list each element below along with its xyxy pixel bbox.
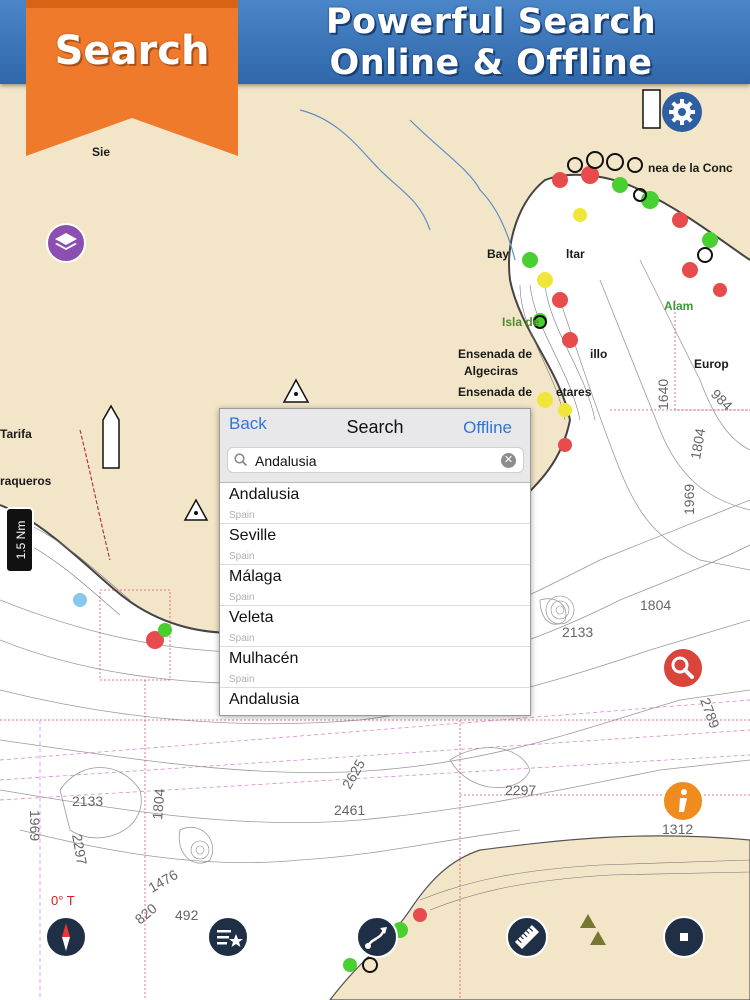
- search-input[interactable]: [255, 451, 495, 471]
- result-country: Spain: [229, 551, 255, 562]
- ribbon-label: Search: [54, 28, 210, 74]
- depth-label: 1804: [149, 788, 168, 821]
- depth-label: 2133: [562, 624, 593, 640]
- scale-label: 1.5 Nm: [14, 520, 28, 560]
- place-label: Bay: [487, 247, 509, 261]
- measure-button[interactable]: [506, 916, 548, 958]
- depth-label: 1804: [640, 597, 671, 613]
- result-country: Spain: [229, 510, 255, 521]
- search-result-row[interactable]: Andalusia: [220, 688, 530, 729]
- banner-title-line1: Powerful Search: [325, 2, 657, 42]
- result-country: Spain: [229, 633, 255, 644]
- banner-title-line2: Online & Offline: [329, 43, 653, 83]
- place-label: Ensenada de: [458, 385, 532, 399]
- search-ribbon: Search: [26, 0, 238, 156]
- result-name: Mulhacén: [229, 650, 299, 667]
- stop-button[interactable]: [663, 916, 705, 958]
- depth-label: 1969: [27, 810, 43, 841]
- map-search-button[interactable]: [662, 647, 704, 689]
- scale-bar: 1.5 Nm: [5, 507, 34, 573]
- info-icon: [679, 789, 687, 812]
- layers-icon: [55, 233, 77, 250]
- search-icon: [671, 656, 694, 679]
- result-name: Seville: [229, 527, 277, 544]
- search-result-row[interactable]: Veleta Spain: [220, 606, 530, 647]
- ribbon-shape: [26, 0, 238, 156]
- clear-search-icon[interactable]: ✕: [501, 453, 516, 468]
- search-result-row[interactable]: Seville Spain: [220, 524, 530, 565]
- depth-label: 492: [175, 907, 199, 923]
- place-label: Isla de: [502, 315, 540, 329]
- place-label: raqueros: [0, 474, 52, 488]
- search-field[interactable]: ✕: [227, 447, 524, 473]
- result-name: Andalusia: [229, 691, 300, 708]
- result-country: Spain: [229, 674, 255, 685]
- depth-label: 2461: [334, 802, 365, 818]
- list-star-icon: [217, 930, 243, 947]
- place-label: ltar: [566, 247, 585, 261]
- layers-button[interactable]: [46, 223, 86, 263]
- place-label: Algeciras: [464, 364, 518, 378]
- search-icon: [234, 453, 248, 467]
- search-dialog: Back Search Offline ✕ Andalusia Spain Se…: [219, 408, 531, 716]
- route-button[interactable]: [356, 916, 398, 958]
- search-dialog-header: Back Search Offline ✕: [220, 409, 530, 483]
- compass-heading: 0° T: [51, 893, 75, 908]
- depth-label: 2133: [72, 793, 103, 809]
- search-result-row[interactable]: Mulhacén Spain: [220, 647, 530, 688]
- search-results-list: Andalusia Spain Seville Spain Málaga Spa…: [220, 483, 530, 729]
- result-name: Málaga: [229, 568, 282, 585]
- search-result-row[interactable]: Andalusia Spain: [220, 483, 530, 524]
- info-button[interactable]: [662, 780, 704, 822]
- place-label: Europ: [694, 357, 729, 371]
- place-label: Tarifa: [0, 427, 32, 441]
- depth-label: 1640: [655, 379, 671, 410]
- place-label: etares: [556, 385, 592, 399]
- depth-label: 2297: [505, 782, 536, 798]
- stop-icon: [680, 933, 688, 941]
- place-label: nea de la Conc: [648, 161, 733, 175]
- compass-button[interactable]: [45, 916, 87, 958]
- depth-label: 1969: [681, 484, 697, 515]
- route-icon: [365, 927, 387, 949]
- settings-button[interactable]: [662, 92, 702, 132]
- result-name: Andalusia: [229, 486, 300, 503]
- search-result-row[interactable]: Málaga Spain: [220, 565, 530, 606]
- place-label: Alam: [664, 299, 693, 313]
- gear-icon: [669, 99, 695, 125]
- ruler-icon: [514, 924, 540, 950]
- result-name: Veleta: [229, 609, 274, 626]
- favorites-list-button[interactable]: [207, 916, 249, 958]
- place-label: Ensenada de: [458, 347, 532, 361]
- banner-title: Powerful Search Online & Offline: [256, 2, 726, 84]
- compass-icon: [62, 923, 70, 951]
- place-label: illo: [590, 347, 607, 361]
- result-country: Spain: [229, 592, 255, 603]
- offline-button[interactable]: Offline: [463, 418, 512, 438]
